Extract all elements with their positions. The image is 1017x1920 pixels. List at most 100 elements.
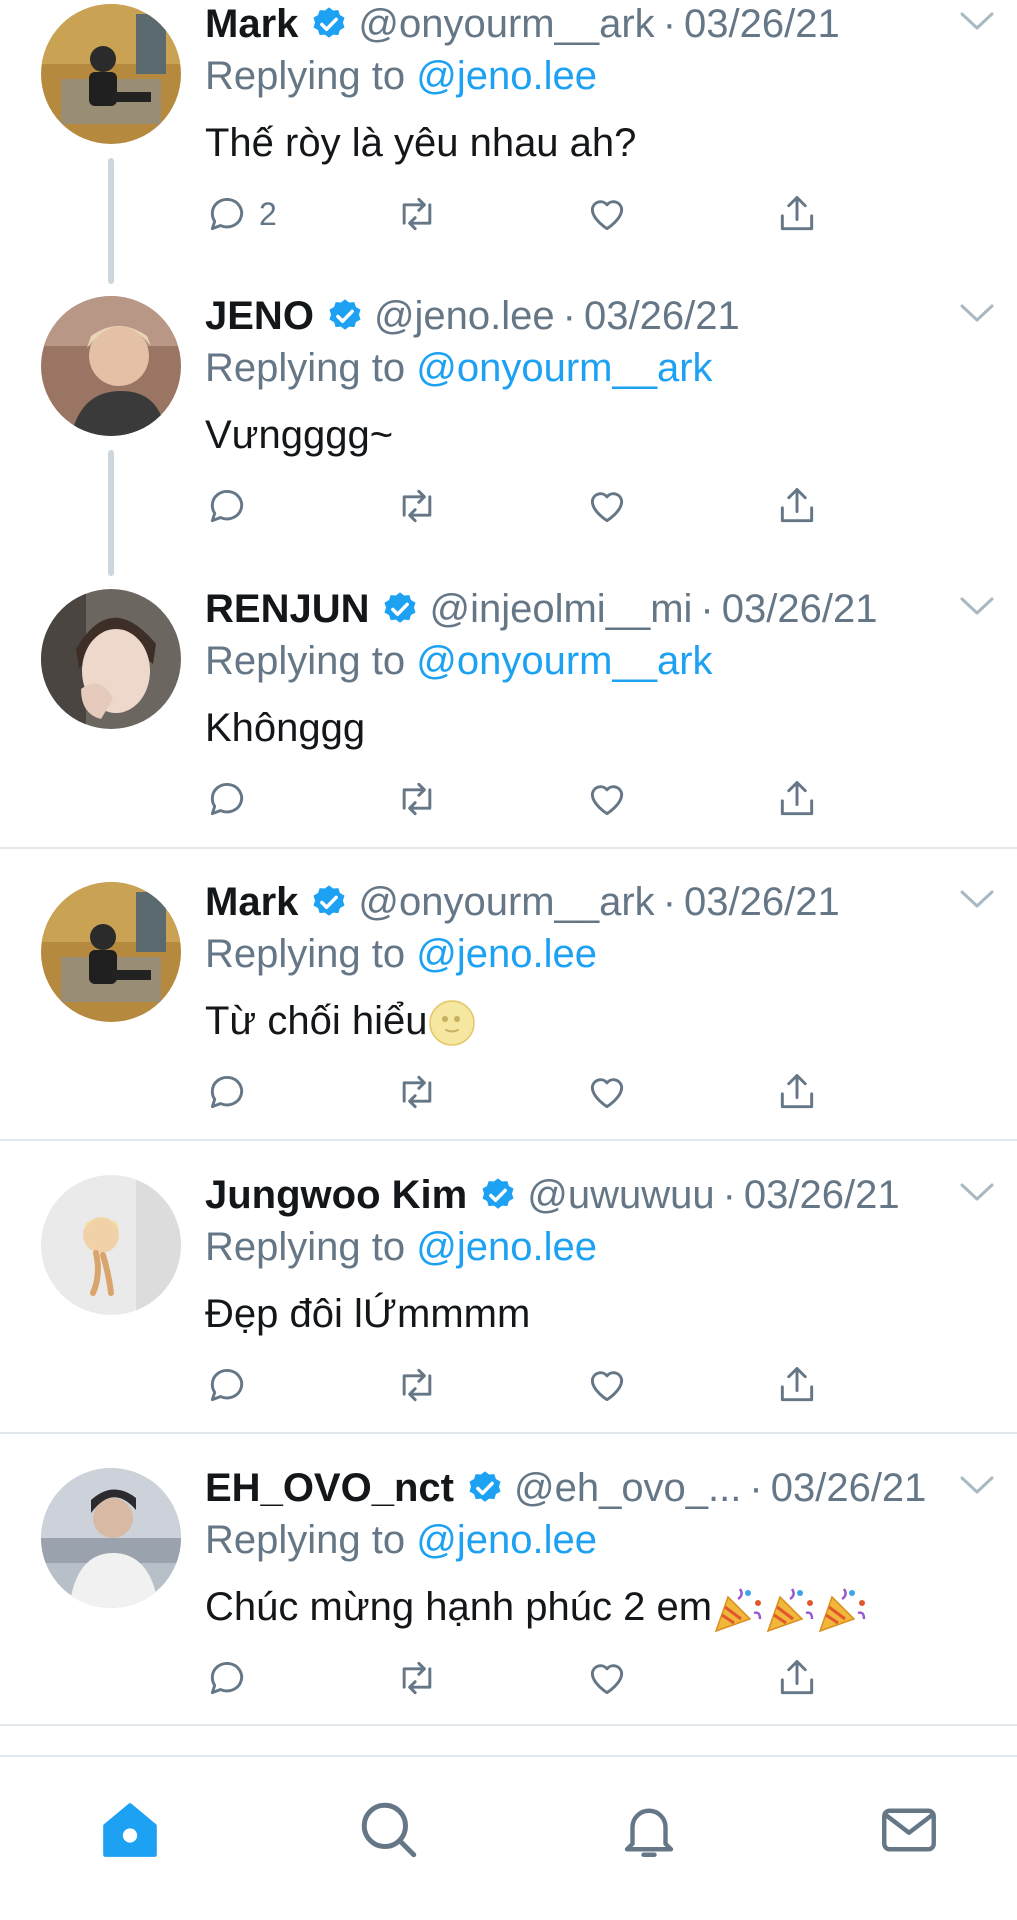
tweet-text: Khônggg: [205, 706, 366, 750]
full-moon-face-emoji: [429, 1000, 476, 1047]
replying-prefix: Replying to: [205, 1518, 406, 1562]
replying-to-handle[interactable]: @jeno.lee: [416, 1225, 597, 1269]
reply-button[interactable]: [205, 1654, 249, 1702]
handle[interactable]: @onyourm__ark: [358, 0, 654, 48]
chevron-down-icon[interactable]: [959, 595, 995, 617]
like-button[interactable]: [585, 482, 629, 530]
replying-to-handle[interactable]: @jeno.lee: [416, 932, 597, 976]
handle[interactable]: @jeno.lee: [374, 292, 555, 340]
tweet[interactable]: JENO @jeno.lee · 03/26/21 Replying to @o…: [0, 292, 1017, 585]
bottom-tab-bar: [0, 1755, 1017, 1920]
tweet-actions: [205, 1654, 855, 1702]
like-button[interactable]: [585, 775, 629, 823]
bell-icon: [624, 1808, 674, 1857]
tab-search[interactable]: [356, 1797, 422, 1863]
like-button[interactable]: [585, 1068, 629, 1116]
avatar[interactable]: [41, 1175, 181, 1315]
separator: ·: [749, 1466, 763, 1510]
replying-to-handle[interactable]: @onyourm__ark: [416, 639, 712, 683]
chevron-down-icon[interactable]: [959, 888, 995, 910]
reply-button[interactable]: [205, 482, 249, 530]
display-name[interactable]: Mark: [205, 0, 298, 48]
chevron-down-icon[interactable]: [959, 10, 995, 32]
tweet[interactable]: RENJUN @injeolmi__mi · 03/26/21 Replying…: [0, 585, 1017, 878]
avatar[interactable]: [41, 589, 181, 729]
chevron-down-icon[interactable]: [959, 1474, 995, 1496]
timestamp[interactable]: 03/26/21: [684, 878, 840, 926]
like-button[interactable]: [585, 1361, 629, 1409]
tweet[interactable]: EH_OVO_nct @eh_ovo_... · 03/26/21 Replyi…: [0, 1464, 1017, 1757]
tab-notifications[interactable]: [616, 1797, 682, 1863]
timestamp[interactable]: 03/26/21: [744, 1171, 900, 1219]
tweet[interactable]: Mark @onyourm__ark · 03/26/21 Replying t…: [0, 0, 1017, 293]
share-button[interactable]: [775, 190, 819, 238]
retweet-button[interactable]: [395, 482, 439, 530]
replying-to: Replying to @onyourm__ark: [205, 344, 713, 392]
retweet-icon: [402, 197, 432, 231]
tweet-text: Từ chối hiểu: [205, 999, 428, 1043]
avatar[interactable]: [41, 1468, 181, 1608]
reply-icon: [210, 782, 244, 816]
timestamp[interactable]: 03/26/21: [771, 1464, 927, 1512]
retweet-icon: [402, 782, 432, 816]
verified-badge-icon: [313, 885, 345, 916]
avatar[interactable]: [41, 4, 181, 144]
retweet-icon: [402, 489, 432, 523]
replying-to-handle[interactable]: @jeno.lee: [416, 1518, 597, 1562]
retweet-button[interactable]: [395, 1361, 439, 1409]
display-name[interactable]: JENO: [205, 292, 314, 340]
party-popper-emoji: [714, 1588, 762, 1633]
retweet-button[interactable]: [395, 190, 439, 238]
separator: ·: [562, 294, 576, 338]
reply-count: 2: [259, 195, 277, 232]
chevron-down-icon[interactable]: [959, 1181, 995, 1203]
replying-prefix: Replying to: [205, 54, 406, 98]
timestamp[interactable]: 03/26/21: [722, 585, 878, 633]
handle[interactable]: @eh_ovo_...: [514, 1464, 741, 1512]
timeline: Mark @onyourm__ark · 03/26/21 Replying t…: [0, 0, 1017, 1920]
reply-button[interactable]: [205, 1068, 249, 1116]
mail-icon: [882, 1808, 936, 1852]
handle[interactable]: @onyourm__ark: [358, 878, 654, 926]
heart-icon: [590, 1664, 624, 1695]
chevron-down-icon[interactable]: [959, 302, 995, 324]
retweet-button[interactable]: [395, 1654, 439, 1702]
handle[interactable]: @uwuwuu: [527, 1171, 714, 1219]
reply-button[interactable]: [205, 1361, 249, 1409]
like-button[interactable]: [585, 190, 629, 238]
tweet[interactable]: Mark @onyourm__ark · 03/26/21 Replying t…: [0, 878, 1017, 1171]
tab-home[interactable]: [97, 1797, 163, 1863]
reply-button[interactable]: [205, 775, 249, 823]
timestamp[interactable]: 03/26/21: [684, 0, 840, 48]
tab-messages[interactable]: [876, 1797, 942, 1863]
heart-icon: [590, 1371, 624, 1402]
replying-to: Replying to @jeno.lee: [205, 1223, 597, 1271]
replying-prefix: Replying to: [205, 346, 406, 390]
tweet-actions: [205, 1361, 855, 1409]
verified-badge-icon: [329, 299, 361, 330]
display-name[interactable]: Mark: [205, 878, 298, 926]
share-button[interactable]: [775, 1068, 819, 1116]
display-name[interactable]: RENJUN: [205, 585, 369, 633]
tweet-actions: 2: [205, 190, 855, 238]
share-icon: [780, 1367, 814, 1402]
retweet-button[interactable]: [395, 775, 439, 823]
reply-button[interactable]: 2: [205, 190, 277, 238]
display-name[interactable]: Jungwoo Kim: [205, 1171, 467, 1219]
replying-to-handle[interactable]: @jeno.lee: [416, 54, 597, 98]
verified-badge-icon: [469, 1471, 501, 1502]
like-button[interactable]: [585, 1654, 629, 1702]
display-name[interactable]: EH_OVO_nct: [205, 1464, 454, 1512]
timestamp[interactable]: 03/26/21: [584, 292, 740, 340]
retweet-button[interactable]: [395, 1068, 439, 1116]
replying-to-handle[interactable]: @onyourm__ark: [416, 346, 712, 390]
avatar[interactable]: [41, 882, 181, 1022]
share-button[interactable]: [775, 1361, 819, 1409]
tweet-text: Thế ròy là yêu nhau ah?: [205, 121, 637, 165]
handle[interactable]: @injeolmi__mi: [429, 585, 692, 633]
avatar[interactable]: [41, 296, 181, 436]
tweet[interactable]: Jungwoo Kim @uwuwuu · 03/26/21 Replying …: [0, 1171, 1017, 1464]
share-button[interactable]: [775, 482, 819, 530]
share-button[interactable]: [775, 775, 819, 823]
share-button[interactable]: [775, 1654, 819, 1702]
